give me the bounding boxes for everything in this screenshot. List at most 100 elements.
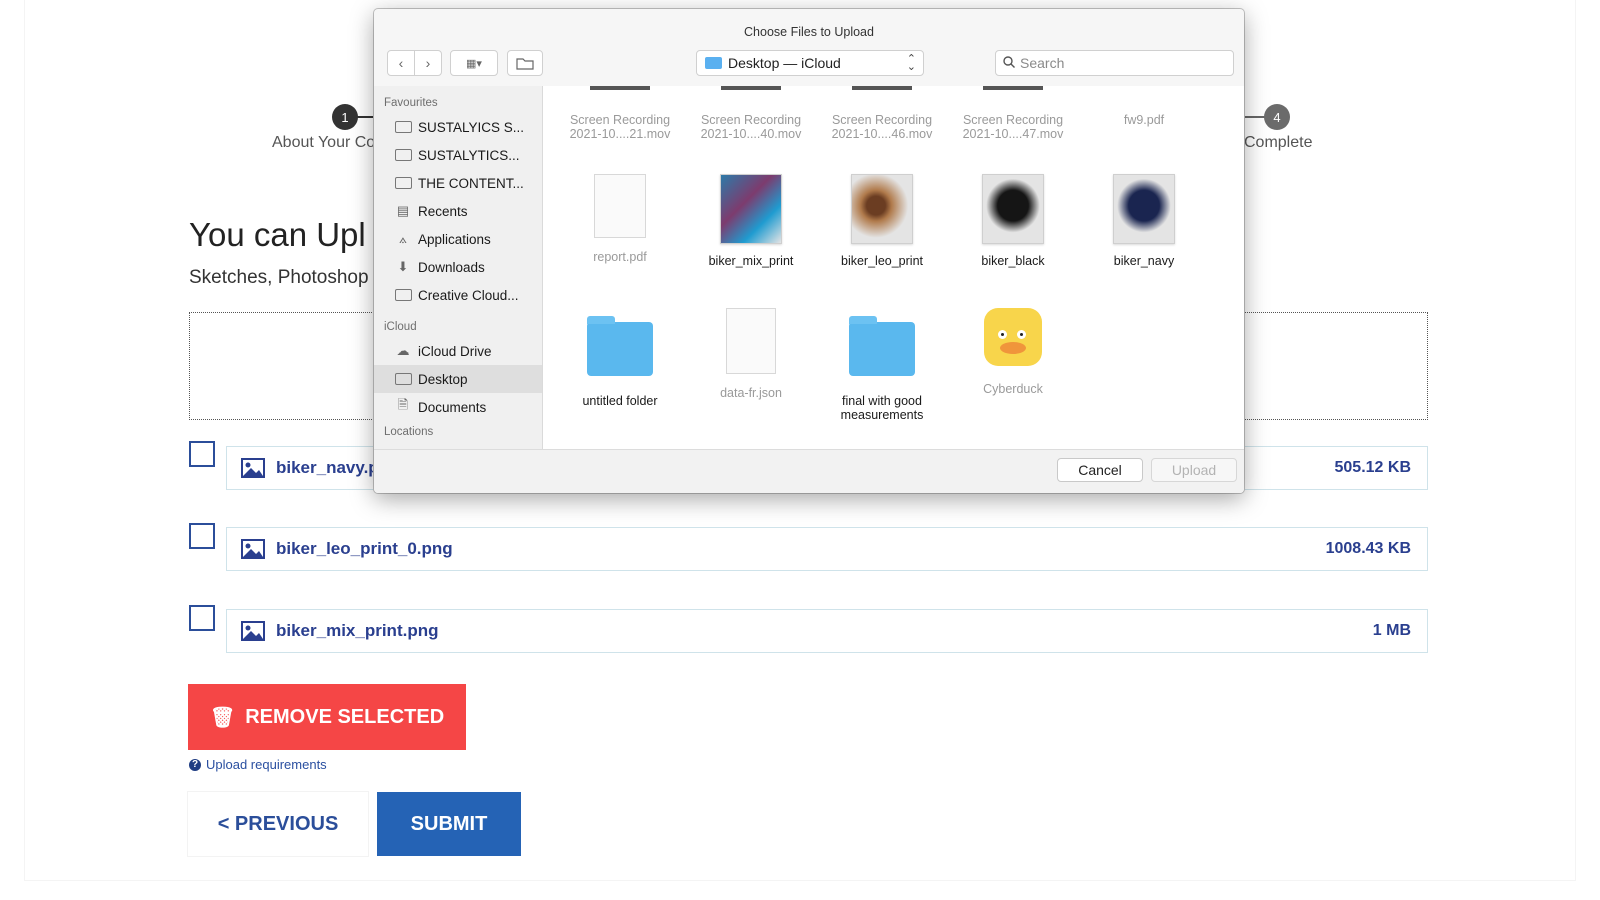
document-icon: 🗎 xyxy=(397,397,409,412)
file-item-label: data-fr.json xyxy=(720,386,782,400)
location-label: Desktop — iCloud xyxy=(728,55,841,71)
file-name: biker_navy.p xyxy=(276,458,379,477)
sidebar-item-label: Downloads xyxy=(418,259,485,275)
sidebar-item-label: Recents xyxy=(418,203,468,219)
finder-sidebar: Favourites SUSTALYICS S... SUSTALYTICS..… xyxy=(374,86,543,449)
sidebar-item-label: THE CONTENT... xyxy=(418,175,524,191)
file-name: biker_leo_print_0.png xyxy=(276,539,453,558)
file-item[interactable]: biker_leo_print xyxy=(815,174,949,268)
file-item[interactable]: report.pdf xyxy=(553,174,687,264)
sidebar-item-label: SUSTALYTICS... xyxy=(418,147,520,163)
file-size: 505.12 KB xyxy=(1334,459,1412,476)
file-item[interactable]: untitled folder xyxy=(553,316,687,408)
sidebar-item-label: SUSTALYICS S... xyxy=(418,119,525,135)
sidebar-section-locations: Locations xyxy=(384,426,434,438)
location-dropdown[interactable]: Desktop — iCloud ⌃ ⌄ xyxy=(696,50,924,76)
step-1-badge: 1 xyxy=(332,104,358,130)
grid-view-icon: ▦▾ xyxy=(466,57,482,70)
folder-icon xyxy=(587,316,653,376)
search-placeholder: Search xyxy=(1020,55,1065,71)
back-button[interactable]: ‹ xyxy=(387,50,415,76)
cancel-button[interactable]: Cancel xyxy=(1057,458,1143,482)
file-item[interactable]: Screen Recording 2021-10....46.mov xyxy=(815,113,949,141)
upload-button[interactable]: Upload xyxy=(1151,458,1237,482)
file-checkbox[interactable] xyxy=(189,605,215,631)
step-4-badge: 4 xyxy=(1264,104,1290,130)
image-thumbnail xyxy=(851,174,913,244)
upload-requirements-link[interactable]: ? Upload requirements xyxy=(189,757,327,772)
file-checkbox[interactable] xyxy=(189,523,215,549)
new-folder-icon xyxy=(516,57,534,70)
file-item-label: Screen Recording xyxy=(962,113,1064,127)
file-item-label: Screen Recording xyxy=(831,113,933,127)
step-4-label: Complete xyxy=(1244,134,1313,151)
file-item[interactable]: biker_black xyxy=(946,174,1080,268)
file-item[interactable]: Screen Recording 2021-10....21.mov xyxy=(553,113,687,141)
sidebar-item-creative-cloud[interactable]: Creative Cloud... xyxy=(374,281,542,309)
page-heading: You can Upl xyxy=(189,216,366,253)
file-item-label: report.pdf xyxy=(593,250,647,264)
sidebar-item-desktop[interactable]: Desktop xyxy=(374,365,542,393)
previous-button[interactable]: < PREVIOUS xyxy=(188,792,368,856)
sidebar-section-favourites: Favourites xyxy=(384,97,438,109)
cloud-icon: ☁ xyxy=(396,343,410,358)
chevron-right-icon: › xyxy=(425,55,431,71)
sidebar-item-the-content[interactable]: THE CONTENT... xyxy=(374,169,542,197)
new-folder-button[interactable] xyxy=(507,50,543,76)
sidebar-item-applications[interactable]: ⟑ Applications xyxy=(374,225,542,253)
remove-selected-button[interactable]: 🗑 REMOVE SELECTED xyxy=(188,684,466,750)
thumbnail-edge xyxy=(983,86,1043,90)
sidebar-item-label: iCloud Drive xyxy=(418,343,492,359)
file-chooser-dialog: Choose Files to Upload ‹ › ▦▾ Desktop — … xyxy=(374,9,1244,493)
sidebar-item-icloud-drive[interactable]: ☁ iCloud Drive xyxy=(374,337,542,365)
view-mode-button[interactable]: ▦▾ xyxy=(450,50,498,76)
thumbnail-edge xyxy=(721,86,781,90)
file-item-label: biker_navy xyxy=(1113,254,1175,268)
file-item-label: Screen Recording xyxy=(569,113,671,127)
sidebar-item-label: Creative Cloud... xyxy=(418,287,519,303)
recents-icon: ▤ xyxy=(396,203,410,218)
file-item-label: biker_leo_print xyxy=(841,254,923,268)
sidebar-item-label: Desktop xyxy=(418,371,468,387)
sidebar-item-label: Documents xyxy=(418,399,487,415)
sidebar-section-icloud: iCloud xyxy=(384,321,417,333)
pdf-thumbnail xyxy=(594,174,646,238)
file-item-label: Screen Recording xyxy=(700,113,802,127)
page-subheading: Sketches, Photoshop xyxy=(189,267,369,288)
sidebar-item-recents[interactable]: ▤ Recents xyxy=(374,197,542,225)
desktop-icon xyxy=(394,372,412,386)
file-checkbox[interactable] xyxy=(189,441,215,467)
image-thumbnail xyxy=(982,174,1044,244)
file-item[interactable]: Screen Recording 2021-10....47.mov xyxy=(946,113,1080,141)
file-row: biker_leo_print_0.png 1008.43 KB xyxy=(226,527,1428,571)
sidebar-item-sustalytics[interactable]: SUSTALYTICS... xyxy=(374,141,542,169)
search-field[interactable]: Search xyxy=(995,50,1234,76)
file-item-label: 2021-10....46.mov xyxy=(831,127,933,141)
file-item[interactable]: Cyberduck xyxy=(946,308,1080,396)
file-item-label: 2021-10....47.mov xyxy=(962,127,1064,141)
file-browser: Screen Recording 2021-10....21.mov Screen… xyxy=(543,86,1244,449)
sidebar-item-documents[interactable]: 🗎 Documents xyxy=(374,393,542,421)
forward-button[interactable]: › xyxy=(414,50,442,76)
image-icon xyxy=(241,621,265,641)
file-item[interactable]: Screen Recording 2021-10....40.mov xyxy=(684,113,818,141)
file-item-label: 2021-10....21.mov xyxy=(569,127,671,141)
chevron-left-icon: ‹ xyxy=(398,55,404,71)
submit-button[interactable]: SUBMIT xyxy=(377,792,521,856)
sidebar-item-label: Applications xyxy=(418,231,491,247)
file-item[interactable]: fw9.pdf xyxy=(1077,113,1211,127)
file-item[interactable]: final with good measurements xyxy=(815,316,949,422)
image-icon xyxy=(241,458,265,478)
step-1-label: About Your Co xyxy=(272,134,376,151)
sidebar-item-sustalyics-s[interactable]: SUSTALYICS S... xyxy=(374,113,542,141)
cyberduck-app-icon xyxy=(984,308,1042,366)
sidebar-item-downloads[interactable]: ⬇ Downloads xyxy=(374,253,542,281)
file-item[interactable]: biker_navy xyxy=(1077,174,1211,268)
file-item[interactable]: biker_mix_print xyxy=(684,174,818,268)
image-thumbnail xyxy=(720,174,782,244)
json-file-icon xyxy=(726,308,776,374)
file-size: 1 MB xyxy=(1372,622,1411,639)
file-item[interactable]: data-fr.json xyxy=(684,308,818,400)
file-item-label: fw9.pdf xyxy=(1123,113,1165,127)
image-icon xyxy=(241,539,265,559)
